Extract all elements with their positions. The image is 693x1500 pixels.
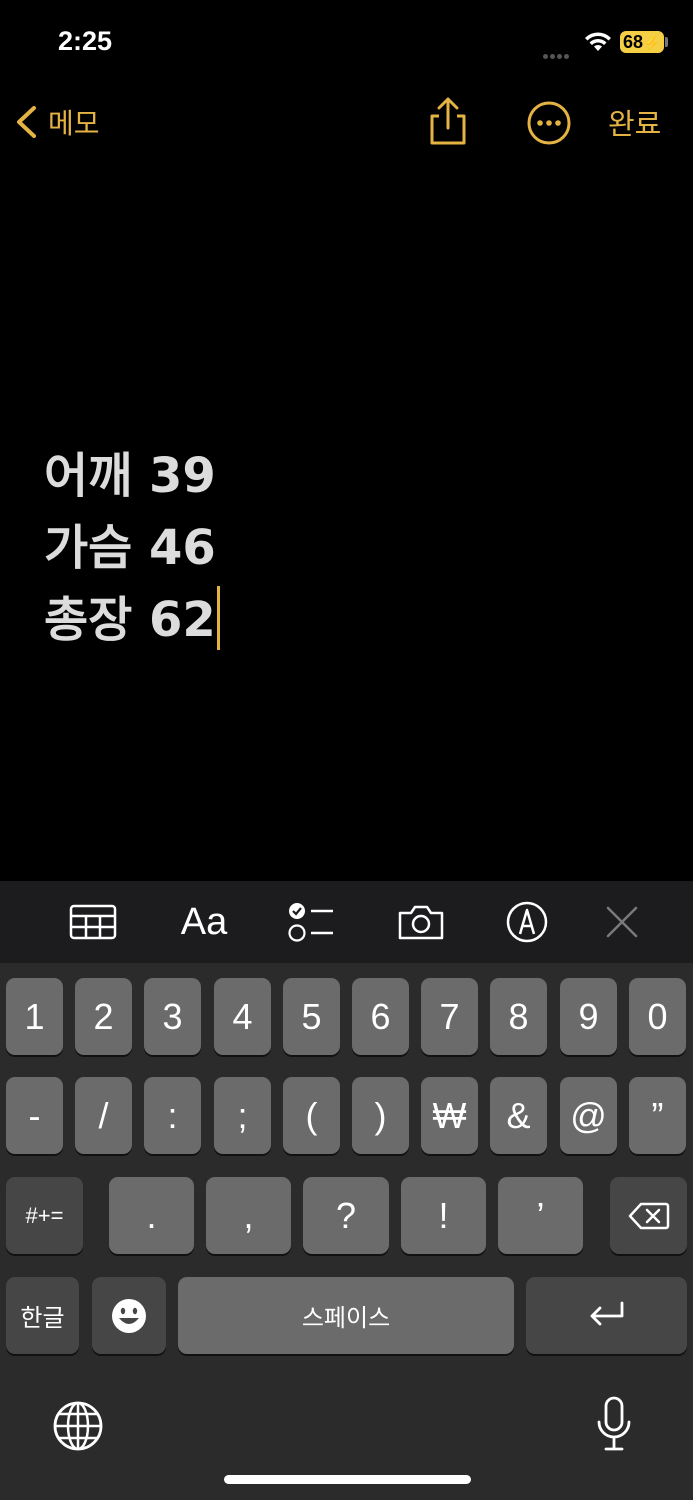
camera-button[interactable]	[394, 899, 448, 945]
key-slash[interactable]: /	[75, 1077, 132, 1154]
backspace-icon	[628, 1202, 669, 1229]
key-9[interactable]: 9	[560, 978, 617, 1055]
key-close-paren[interactable]: )	[352, 1077, 409, 1154]
space-label: 스페이스	[301, 1304, 391, 1332]
key-5[interactable]: 5	[283, 978, 340, 1055]
note-line-text: 가슴 46	[44, 520, 216, 576]
chevron-left-icon	[17, 106, 36, 138]
language-label: 한글	[20, 1304, 65, 1332]
checklist-button[interactable]	[286, 899, 336, 945]
markup-button[interactable]	[504, 899, 550, 945]
key-at[interactable]: @	[560, 1077, 617, 1154]
note-line-text: 총장 62	[44, 592, 216, 648]
home-indicator[interactable]	[224, 1475, 471, 1484]
key-6[interactable]: 6	[352, 978, 409, 1055]
close-toolbar-button[interactable]	[602, 899, 642, 945]
key-won[interactable]: ₩	[421, 1077, 478, 1154]
table-button[interactable]	[66, 899, 120, 945]
note-line: 가슴 46	[44, 512, 664, 584]
return-key[interactable]	[526, 1277, 687, 1354]
key-hyphen[interactable]: -	[6, 1077, 63, 1154]
backspace-key[interactable]	[610, 1177, 687, 1254]
more-symbols-key[interactable]: #+=	[6, 1177, 83, 1254]
key-4[interactable]: 4	[214, 978, 271, 1055]
close-icon	[606, 906, 638, 938]
done-button[interactable]: 완료	[608, 101, 661, 143]
note-body[interactable]: 어깨 39 가슴 46 총장 62	[44, 440, 664, 656]
battery-level: 68	[623, 32, 644, 52]
markup-pen-icon	[506, 901, 548, 943]
space-key[interactable]: 스페이스	[178, 1277, 514, 1354]
key-1[interactable]: 1	[6, 978, 63, 1055]
note-line: 어깨 39	[44, 440, 664, 512]
text-cursor	[216, 586, 220, 650]
note-line-text: 어깨 39	[44, 448, 216, 504]
key-quote[interactable]: ”	[629, 1077, 686, 1154]
emoji-icon	[112, 1298, 146, 1333]
microphone-icon[interactable]	[596, 1396, 632, 1452]
key-0[interactable]: 0	[629, 978, 686, 1055]
more-symbols-label: #+=	[25, 1202, 64, 1228]
return-icon	[590, 1301, 623, 1325]
key-7[interactable]: 7	[421, 978, 478, 1055]
share-icon[interactable]	[424, 96, 472, 148]
battery-tip	[665, 37, 668, 47]
language-key[interactable]: 한글	[6, 1277, 79, 1354]
text-format-label: Aa	[180, 900, 228, 943]
key-exclamation[interactable]: !	[401, 1177, 486, 1254]
status-bar: 2:25 68⚡	[0, 0, 693, 80]
cellular-signal-icon	[543, 44, 577, 59]
camera-icon	[398, 905, 444, 940]
key-apostrophe[interactable]: ’	[498, 1177, 583, 1254]
table-icon	[69, 904, 117, 940]
key-semicolon[interactable]: ;	[214, 1077, 271, 1154]
key-period[interactable]: .	[109, 1177, 194, 1254]
key-question[interactable]: ?	[303, 1177, 389, 1254]
back-button[interactable]: 메모	[14, 100, 100, 144]
key-2[interactable]: 2	[75, 978, 132, 1055]
key-comma[interactable]: ,	[206, 1177, 291, 1254]
more-options-icon[interactable]	[526, 100, 572, 146]
back-label: 메모	[48, 107, 100, 140]
emoji-key[interactable]	[92, 1277, 166, 1354]
format-toolbar: Aa	[0, 881, 693, 963]
note-line: 총장 62	[44, 584, 664, 656]
key-ampersand[interactable]: &	[490, 1077, 547, 1154]
globe-icon[interactable]	[52, 1400, 104, 1452]
key-8[interactable]: 8	[490, 978, 547, 1055]
status-time: 2:25	[58, 26, 113, 56]
wifi-icon	[585, 32, 611, 51]
text-format-button[interactable]: Aa	[176, 899, 232, 945]
key-3[interactable]: 3	[144, 978, 201, 1055]
checklist-icon	[288, 903, 333, 942]
key-colon[interactable]: :	[144, 1077, 201, 1154]
key-open-paren[interactable]: (	[283, 1077, 340, 1154]
battery-icon: 68⚡	[620, 31, 664, 53]
